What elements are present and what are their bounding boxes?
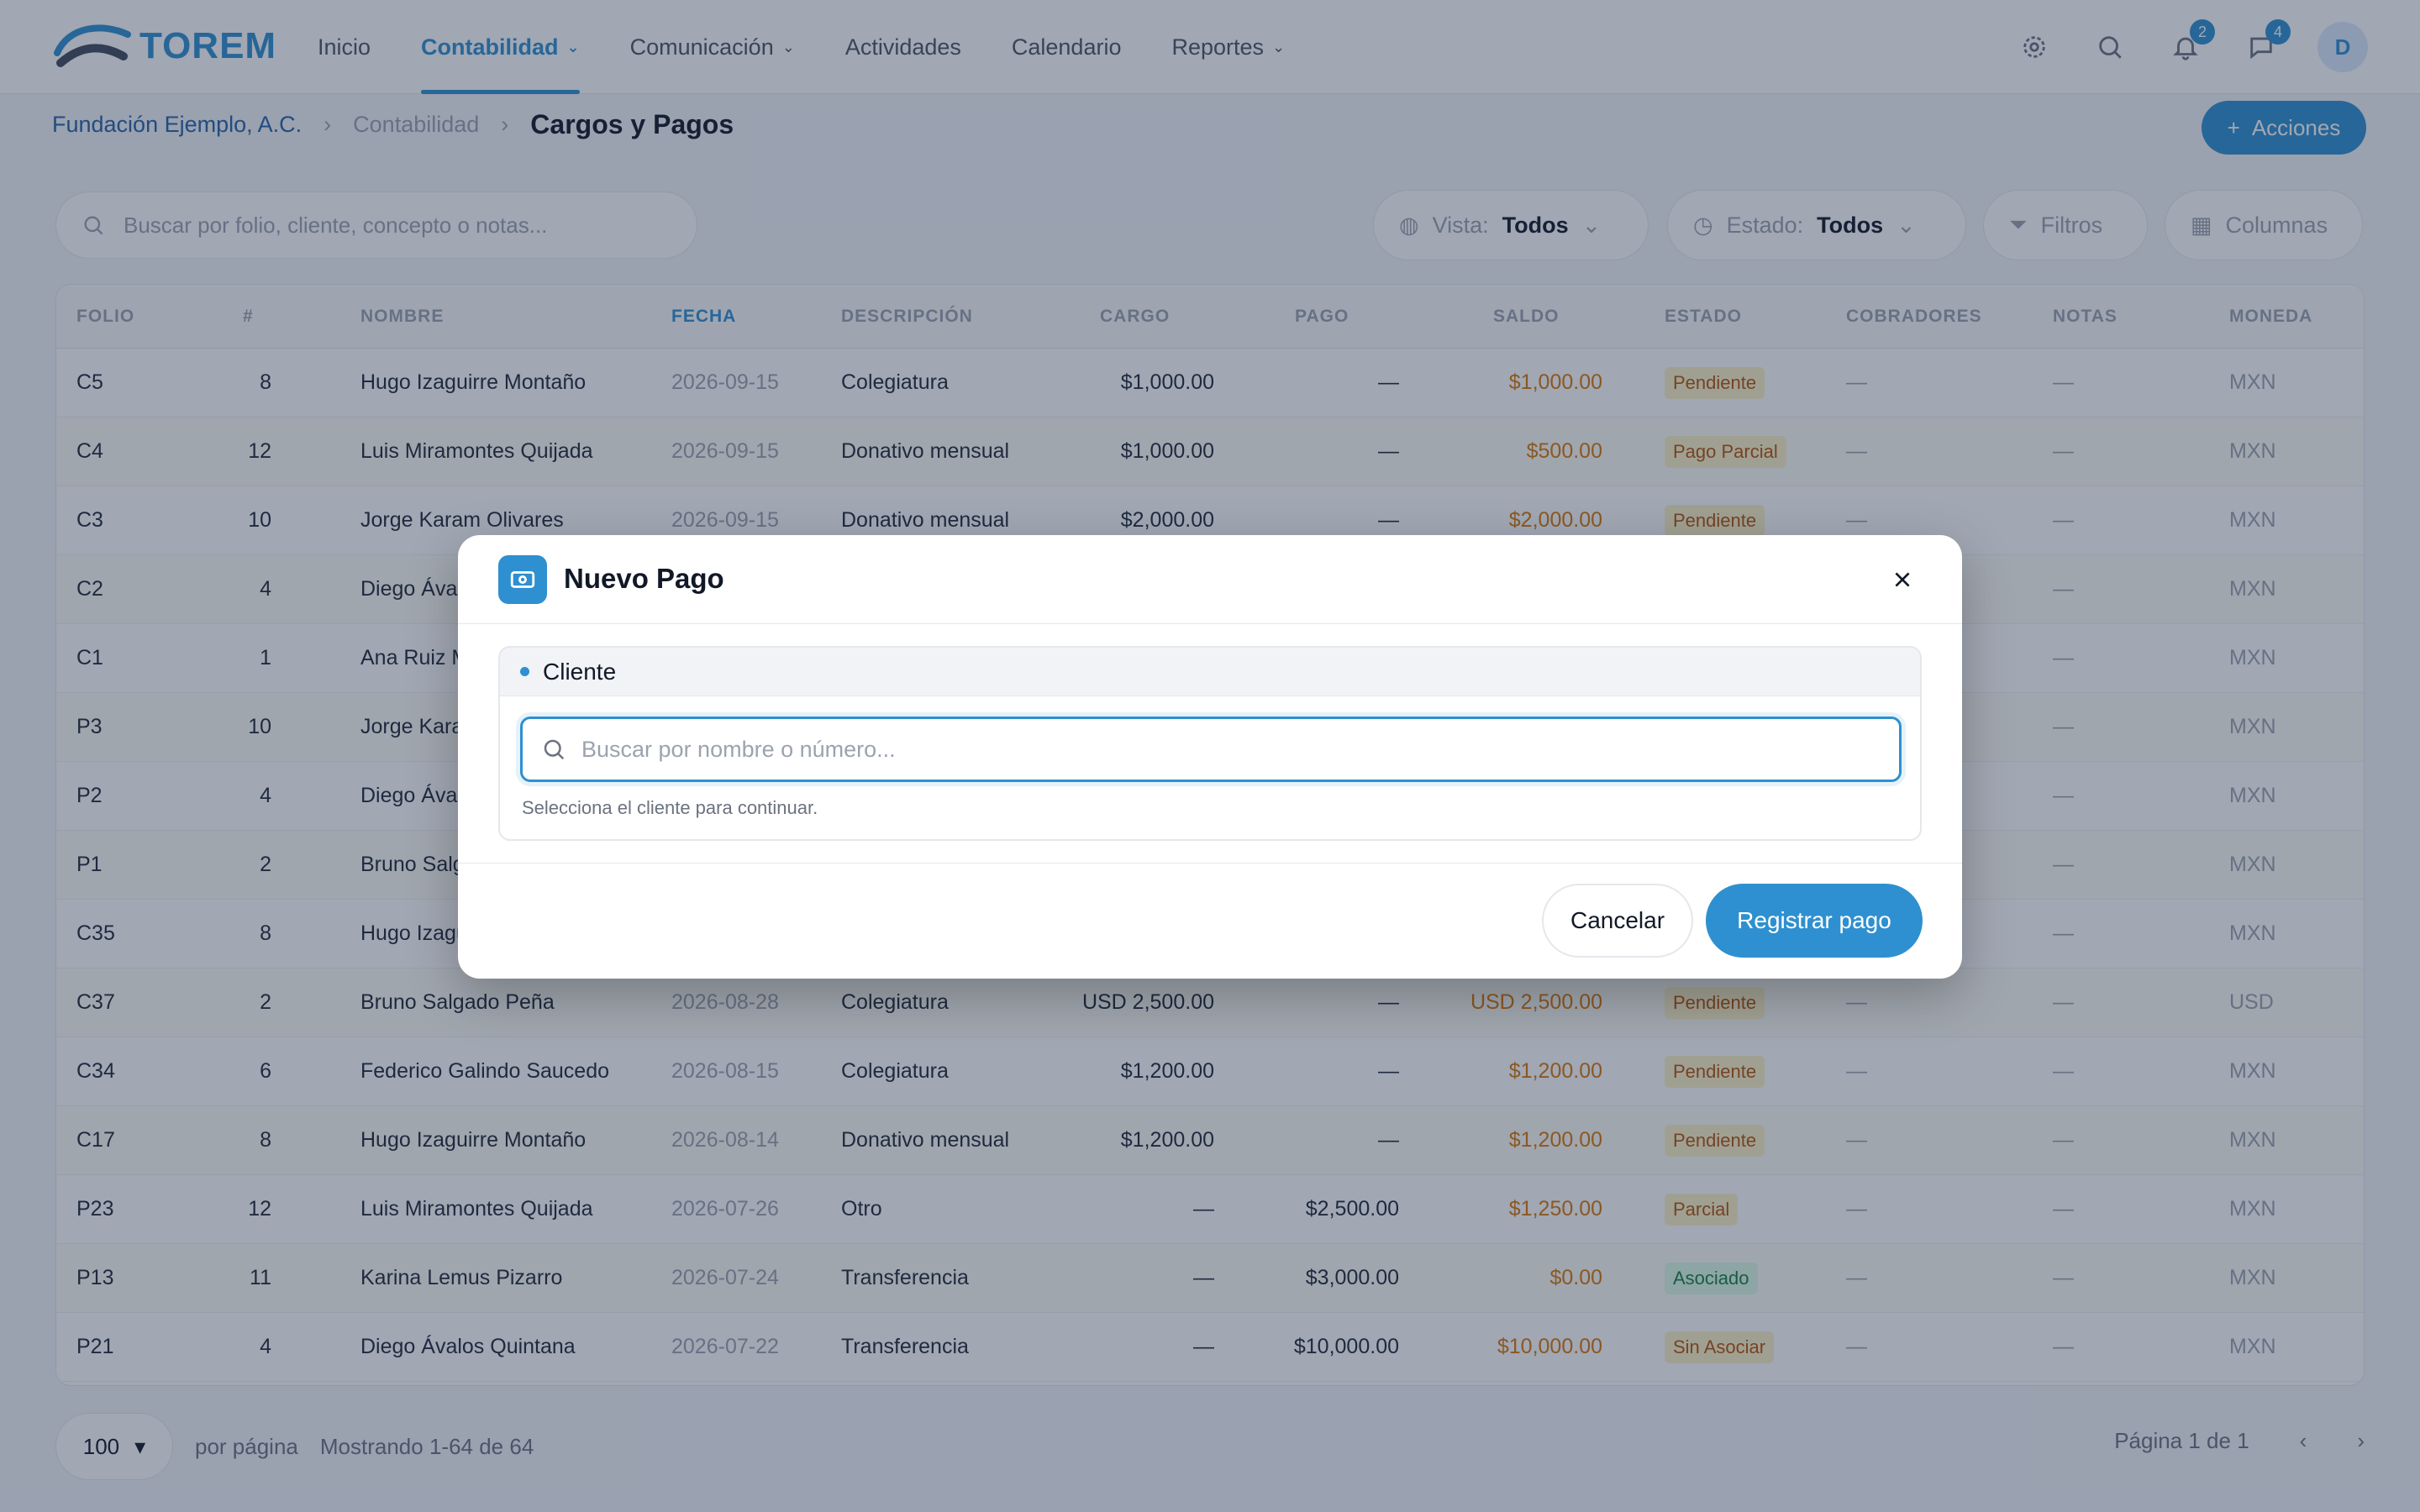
- dialog-header: Nuevo Pago: [458, 535, 1962, 624]
- client-section-header: Cliente: [500, 648, 1920, 696]
- search-icon: [544, 739, 565, 760]
- money-icon: [498, 555, 547, 604]
- client-section-label: Cliente: [543, 658, 617, 685]
- client-section: Cliente Selecciona el cliente para conti…: [498, 646, 1922, 841]
- cancel-button[interactable]: Cancelar: [1542, 884, 1693, 958]
- new-payment-dialog: Nuevo Pago Cliente Selecciona el cliente…: [458, 535, 1962, 979]
- close-icon[interactable]: [1886, 564, 1918, 596]
- dialog-title: Nuevo Pago: [564, 563, 724, 594]
- client-hint: Selecciona el cliente para continuar.: [522, 797, 818, 818]
- register-payment-button[interactable]: Registrar pago: [1706, 884, 1923, 958]
- dialog-footer: Cancelar Registrar pago: [458, 863, 1962, 979]
- client-search-input[interactable]: [581, 736, 1842, 763]
- bullet-dot-icon: [520, 667, 529, 676]
- client-search-field[interactable]: [520, 717, 1902, 782]
